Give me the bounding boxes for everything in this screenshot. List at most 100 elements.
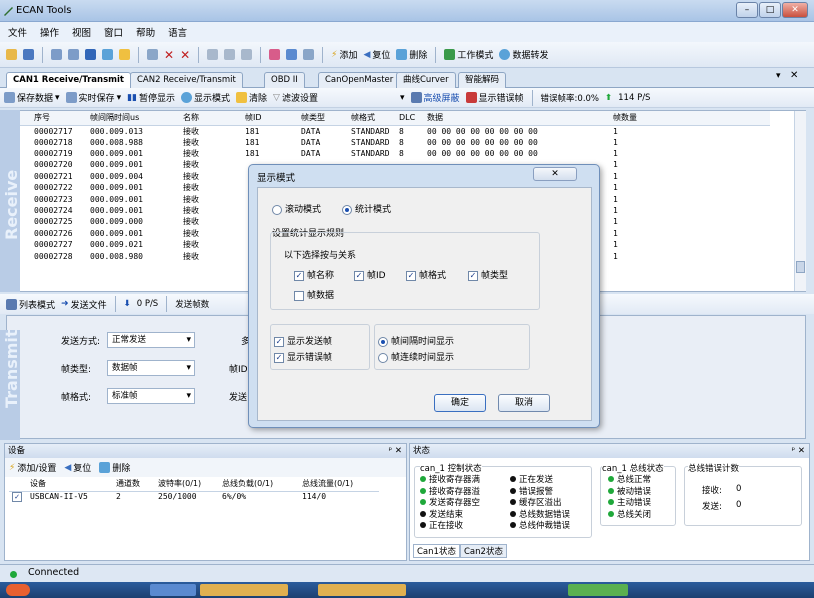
send-file-button[interactable]: ➜ 发送文件 [61,298,107,311]
rx-error-value: 0 [736,484,742,494]
frame-id-checkbox[interactable]: ✓ 帧ID [354,268,386,281]
device2-icon[interactable] [68,49,79,60]
continuous-time-radio[interactable]: 帧连续时间显示 [378,350,454,363]
tab-close-icon[interactable]: ✕ [790,70,798,81]
table-row[interactable]: 00002717 000.009.013 接收 181 DATA STANDARD 8 00 … [7,125,770,137]
cancel-button[interactable]: 取消 [498,394,550,412]
cut-icon[interactable] [207,49,219,60]
device-checkbox[interactable]: ✓ [12,491,22,502]
close-device-icon[interactable]: ✕ [180,48,190,62]
clear-icon[interactable] [119,49,130,60]
frame-type-checkbox[interactable]: ✓ 帧类型 [468,268,508,281]
filter-settings-button[interactable]: ▽ 滤波设置 [273,91,318,105]
menu-language[interactable]: 语言 [168,25,187,39]
scroll-mode-radio[interactable]: 滚动模式 [272,202,321,215]
refresh-icon[interactable] [102,49,113,60]
show-error-checkbox[interactable]: ✓ 显示错误帧 [274,350,332,363]
send-mode-select[interactable]: 正常发送 [107,332,195,348]
add-button[interactable]: ⚡ 添加 [331,48,357,62]
list-mode-button[interactable]: 列表模式 [6,298,55,311]
minimize-button[interactable]: – [736,2,758,18]
taskbar-ecan-icon[interactable] [568,584,628,596]
delete-icon [99,462,111,473]
pin-close-icon[interactable]: ᵖ ✕ [389,444,402,458]
pin-close-icon[interactable]: ᵖ ✕ [792,444,805,458]
receive-side-tab[interactable]: Receive [0,110,21,292]
save-data-button[interactable]: 保存数据 ▾ [4,91,60,104]
status-dot-icon [420,499,426,505]
col-type: 帧类型 [298,111,348,126]
clear-button[interactable]: 清除 [236,91,267,104]
table-row[interactable]: 00002719 000.009.001 接收 181 DATA STANDARD 8 00 … [7,148,770,159]
arrow-icon[interactable] [286,49,298,60]
table-cell: 000.008.988 [90,137,143,147]
device-add-button[interactable]: ⚡ 添加/设置 [9,461,56,475]
taskbar-app-icon[interactable] [150,584,196,596]
frame-name-checkbox[interactable]: ✓ 帧名称 [294,268,334,281]
frame-format-select[interactable]: 标准帧 [107,388,195,404]
taskbar-folder-icon[interactable] [200,584,288,596]
advanced-shield-button[interactable]: 高级屏蔽 [410,91,460,104]
show-send-checkbox[interactable]: ✓ 显示发送帧 [274,334,332,347]
tab-canopen[interactable]: CanOpenMaster [318,72,401,88]
display-mode-button[interactable]: 显示模式 [181,91,230,104]
device-reset-button[interactable]: ◀ 复位 [64,461,91,475]
device-icon[interactable] [51,49,62,60]
scroll-thumb[interactable] [796,261,805,273]
shield-dropdown[interactable]: ▾ [400,93,405,103]
tab-decode[interactable]: 智能解码 [458,72,507,88]
paste-icon[interactable] [241,49,253,60]
workmode-button[interactable]: 工作模式 [444,48,493,61]
tab-curver[interactable]: 曲线Curver [396,72,456,88]
save-icon[interactable] [23,49,34,60]
table-cell: 000.009.001 [90,160,143,170]
pause-icon[interactable] [85,49,96,60]
dialog-close-button[interactable]: ✕ [533,167,577,181]
delete-button[interactable]: 删除 [396,48,427,61]
table-cell: 1 [613,171,618,181]
status-item: 总线正常 [608,475,651,487]
table-cell: STANDARD [351,126,390,136]
menu-window[interactable]: 窗口 [104,25,123,39]
copy-icon[interactable] [224,49,236,60]
start-icon[interactable] [6,584,30,596]
open-icon[interactable] [6,49,17,60]
tab-can2-status[interactable]: Can2状态 [460,544,507,558]
menu-operate[interactable]: 操作 [40,25,59,39]
cross-icon[interactable]: ✕ [164,48,174,62]
filter-icon[interactable] [269,49,281,60]
show-error-frame-button[interactable]: 显示错误帧 [465,91,524,104]
dev-col-load: 总线负载(0/1) [219,477,299,492]
menu-help[interactable]: 帮助 [136,25,155,39]
stat-mode-radio[interactable]: 统计模式 [342,202,391,215]
table-row[interactable]: 00002718 000.008.988 接收 181 DATA STANDARD 8 00 … [7,137,770,148]
frame-format-checkbox[interactable]: ✓ 帧格式 [406,268,446,281]
tab-can1-status[interactable]: Can1状态 [413,544,460,558]
status-dot-icon [608,487,614,494]
control-status-list-2: 正在发送 错误报警 缓存区溢出 总线数据错误 总线仲裁错误 [510,475,570,533]
interval-time-radio[interactable]: 帧间隔时间显示 [378,334,454,347]
tab-can2[interactable]: CAN2 Receive/Transmit [130,72,243,88]
menu-file[interactable]: 文件 [8,25,27,39]
realtime-save-button[interactable]: 实时保存 ▾ [65,91,121,104]
forward-button[interactable]: 数据转发 [499,48,548,61]
frame-data-checkbox[interactable]: 帧数据 [294,288,334,301]
close-button[interactable]: ✕ [782,2,808,18]
status-dot-icon [510,487,516,494]
window-icon[interactable] [303,49,315,60]
tab-dropdown-icon[interactable]: ▾ [776,71,781,81]
taskbar-folder-icon[interactable] [318,584,406,596]
maximize-button[interactable]: □ [759,2,781,18]
device-delete-button[interactable]: 删除 [99,461,130,474]
device-row[interactable]: ✓ USBCAN-II-V5 2 250/1000 6%/0% 114/0 [9,491,379,502]
pause-display-button[interactable]: ▮▮ 暂停显示 [127,91,175,105]
menu-view[interactable]: 视图 [72,25,91,39]
connect-icon[interactable] [147,49,158,60]
ok-button[interactable]: 确定 [434,394,486,412]
tab-can1[interactable]: CAN1 Receive/Transmit [6,72,131,89]
transmit-side-tab[interactable]: Transmit [0,329,21,440]
reset-button[interactable]: ◀ 复位 [363,48,390,62]
frame-type-select[interactable]: 数据帧 [107,360,195,376]
tab-obd[interactable]: OBD II [264,72,305,88]
receive-scrollbar[interactable] [794,111,806,291]
